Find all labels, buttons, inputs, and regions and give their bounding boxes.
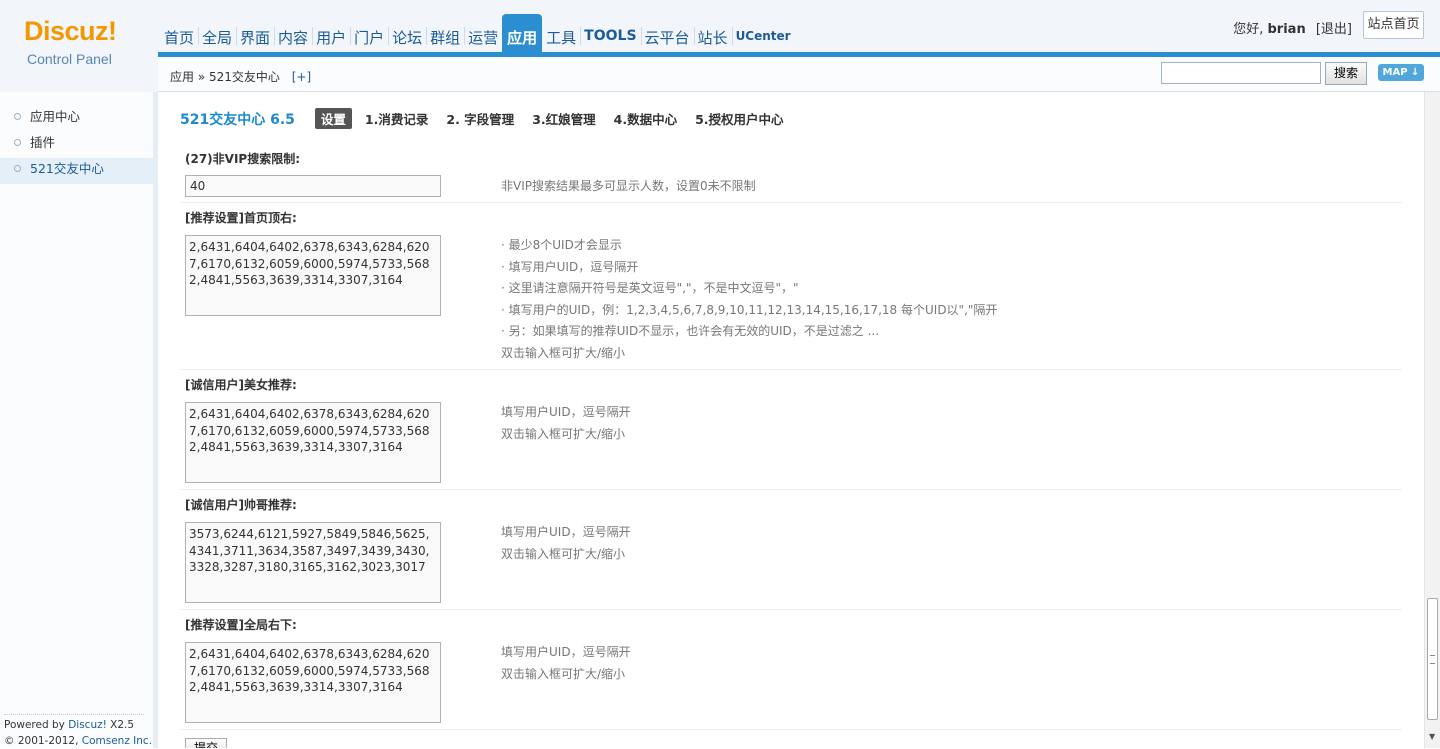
bullet-icon: [14, 165, 21, 172]
nav-content[interactable]: 内容: [274, 14, 312, 52]
nav-forum[interactable]: 论坛: [388, 14, 426, 52]
nav-app[interactable]: 应用: [502, 14, 543, 52]
tip-line: 填写用户UID，逗号隔开: [501, 645, 631, 659]
sidebar-item-521-dating[interactable]: 521交友中心: [0, 158, 153, 184]
sidebar-menu: 应用中心 插件 521交友中心: [0, 92, 157, 184]
tip-line: 填写用户UID，逗号隔开: [501, 525, 631, 539]
powered-by: Powered by Discuz! X2.5 © 2001-2012, Com…: [4, 714, 152, 749]
tip-line: 非VIP搜索结果最多可显示人数，设置0未不限制: [501, 179, 756, 193]
setting-row: (27)非VIP搜索限制: 非VIP搜索结果最多可显示人数，设置0未不限制: [180, 150, 1402, 203]
nav-ucenter[interactable]: UCenter: [731, 14, 795, 52]
tip-line: 双击输入框可扩大/缩小: [501, 546, 626, 561]
submit-button[interactable]: 提交: [185, 738, 227, 748]
tab-authorized-user-center[interactable]: 5.授权用户中心: [695, 109, 783, 128]
sidebar-item-label: 插件: [30, 135, 56, 150]
setting-row: [推荐设置]首页顶右: 2,6431,6404,6402,6378,6343,6…: [180, 209, 1402, 370]
sidebar-item-app-center[interactable]: 应用中心: [0, 106, 153, 132]
home-top-right-uid-textarea[interactable]: 2,6431,6404,6402,6378,6343,6284,6207,617…: [185, 235, 441, 316]
setting-title: [推荐设置]全局右下:: [185, 618, 297, 632]
sidebar-item-plugins[interactable]: 插件: [0, 132, 153, 158]
tip-line: · 这里请注意隔开符号是英文逗号","，不是中文逗号"，": [501, 281, 799, 295]
nav-portal[interactable]: 门户: [350, 14, 388, 52]
tab-data-center[interactable]: 4.数据中心: [614, 109, 677, 128]
company-link[interactable]: Comsenz Inc.: [82, 735, 152, 747]
tip-line: 双击输入框可扩大/缩小: [501, 345, 626, 360]
search-input[interactable]: [1161, 62, 1321, 84]
setting-title: [推荐设置]首页顶右:: [185, 211, 297, 225]
setting-row: [诚信用户]美女推荐: 2,6431,6404,6402,6378,6343,6…: [180, 376, 1402, 490]
sidebar: 应用中心 插件 521交友中心 Powered by Discuz! X2.5 …: [0, 92, 158, 748]
setting-title: [诚信用户]帅哥推荐:: [185, 498, 297, 512]
setting-tips: 填写用户UID，逗号隔开 双击输入框可扩大/缩小: [501, 642, 631, 685]
site-home-button[interactable]: 站点首页: [1363, 11, 1424, 39]
nav-tools-en[interactable]: TOOLS: [580, 14, 640, 52]
plugin-header: 521交友中心 6.5 设置 1.消费记录 2. 字段管理 3.红娘管理 4.数…: [180, 108, 802, 129]
tab-settings[interactable]: 设置: [314, 108, 352, 129]
sidebar-item-label: 应用中心: [30, 109, 81, 124]
setting-tips: 填写用户UID，逗号隔开 双击输入框可扩大/缩小: [501, 402, 631, 445]
breadcrumb-section[interactable]: 应用: [170, 70, 194, 84]
tip-line: · 填写用户UID，逗号隔开: [501, 259, 639, 274]
vip-search-limit-input[interactable]: [185, 175, 441, 197]
tip-line: · 最少8个UID才会显示: [501, 238, 622, 252]
user-info: 您好, brian [退出]: [1233, 18, 1352, 37]
main-nav: 首页 全局 界面 内容 用户 门户 论坛 群组 运营 应用 工具 TOOLS 云…: [160, 14, 795, 52]
logo-brand: Discuz!: [24, 16, 117, 46]
map-button[interactable]: MAP ↓: [1378, 64, 1424, 81]
setting-tips: 填写用户UID，逗号隔开 双击输入框可扩大/缩小: [501, 522, 631, 565]
nav-global[interactable]: 全局: [198, 14, 236, 52]
setting-title: [诚信用户]美女推荐:: [185, 378, 297, 392]
nav-home[interactable]: 首页: [160, 14, 198, 52]
bullet-icon: [14, 113, 21, 120]
scrollbar-thumb[interactable]: [1427, 598, 1438, 720]
breadcrumb: 应用 » 521交友中心 [+]: [170, 68, 311, 85]
setting-tips: · 最少8个UID才会显示 · 填写用户UID，逗号隔开 · 这里请注意隔开符号…: [501, 235, 997, 364]
nav-cloud[interactable]: 云平台: [640, 14, 694, 52]
setting-tips: 非VIP搜索结果最多可显示人数，设置0未不限制: [501, 176, 756, 198]
breadcrumb-separator: »: [197, 70, 206, 84]
tip-line: · 填写用户的UID，例：1,2,3,4,5,6,7,8,9,10,11,12,…: [501, 302, 998, 317]
logo-subtitle: Control Panel: [27, 51, 112, 67]
handsome-recommend-uid-textarea[interactable]: 3573,6244,6121,5927,5849,5846,5625,4341,…: [185, 522, 441, 603]
header: Discuz! Control Panel 首页 全局 界面 内容 用户 门户 …: [0, 0, 1440, 92]
page-scrollbar[interactable]: ▼: [1424, 92, 1440, 748]
search-button[interactable]: 搜索: [1325, 62, 1367, 85]
scroll-down-arrow-icon[interactable]: ▼: [1429, 732, 1435, 741]
add-shortcut-link[interactable]: [+]: [292, 70, 311, 84]
nav-user[interactable]: 用户: [312, 14, 350, 52]
tab-field-management[interactable]: 2. 字段管理: [446, 109, 514, 128]
tab-matchmaker-management[interactable]: 3.红娘管理: [532, 109, 595, 128]
nav-tools[interactable]: 工具: [542, 14, 580, 52]
beauty-recommend-uid-textarea[interactable]: 2,6431,6404,6402,6378,6343,6284,6207,617…: [185, 402, 441, 483]
setting-title: (27)非VIP搜索限制:: [185, 152, 301, 166]
powered-version: X2.5: [110, 719, 135, 731]
main-content: 521交友中心 6.5 设置 1.消费记录 2. 字段管理 3.红娘管理 4.数…: [158, 92, 1424, 748]
greeting: 您好,: [1233, 22, 1264, 37]
powered-product-link[interactable]: Discuz!: [68, 719, 107, 731]
tip-line: 双击输入框可扩大/缩小: [501, 666, 626, 681]
tip-line: 填写用户UID，逗号隔开: [501, 405, 631, 419]
breadcrumb-bar: 应用 » 521交友中心 [+] 搜索 MAP ↓: [158, 57, 1440, 92]
nav-group[interactable]: 群组: [426, 14, 464, 52]
breadcrumb-current: 521交友中心: [209, 70, 280, 84]
copyright-text: © 2001-2012,: [4, 735, 79, 747]
bullet-icon: [14, 139, 21, 146]
nav-webmaster[interactable]: 站长: [693, 14, 732, 52]
setting-row: [诚信用户]帅哥推荐: 3573,6244,6121,5927,5849,584…: [180, 496, 1402, 610]
sidebar-item-label: 521交友中心: [30, 161, 104, 176]
tip-line: 双击输入框可扩大/缩小: [501, 426, 626, 441]
discuz-logo[interactable]: Discuz! Control Panel: [18, 16, 138, 72]
setting-row: [推荐设置]全局右下: 2,6431,6404,6402,6378,6343,6…: [180, 616, 1402, 730]
tip-line: · 另：如果填写的推荐UID不显示，也许会有无效的UID，不是过滤之 ...: [501, 324, 880, 338]
username: brian: [1267, 22, 1306, 37]
plugin-title: 521交友中心 6.5: [180, 111, 295, 128]
logout-link[interactable]: [退出]: [1316, 22, 1352, 37]
nav-style[interactable]: 界面: [236, 14, 274, 52]
powered-text: Powered by: [4, 719, 65, 731]
global-bottom-right-uid-textarea[interactable]: 2,6431,6404,6402,6378,6343,6284,6207,617…: [185, 642, 441, 723]
tab-consumption-records[interactable]: 1.消费记录: [365, 109, 428, 128]
nav-operation[interactable]: 运营: [464, 14, 502, 52]
